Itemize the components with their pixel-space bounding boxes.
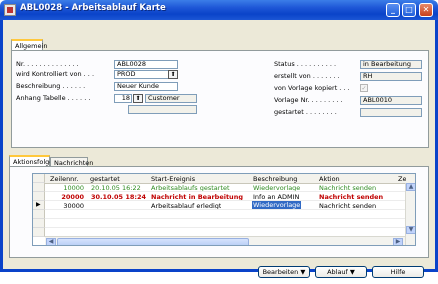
ablauf-label: Ablauf (327, 268, 348, 276)
chevron-down-icon: ▼ (300, 268, 306, 276)
kontrolliert-label: wird Kontrolliert von . . . (16, 70, 95, 78)
scroll-left-icon[interactable]: ◀ (46, 238, 56, 245)
vorlage-nr-label: Vorlage Nr. . . . . . . . . (274, 96, 343, 104)
beschreibung-label: Beschreibung . . . . . . (16, 82, 86, 90)
anhang-number-field[interactable]: 18 (114, 94, 132, 103)
status-label: Status . . . . . . . . . . (274, 60, 337, 68)
window-title: ABL0028 - Arbeitsablauf Karte (20, 3, 166, 13)
nr-field[interactable]: ABL0028 (114, 60, 178, 69)
header-zeilennr[interactable]: Zeilennr. (50, 175, 78, 183)
active-row-selector[interactable]: ▶ (33, 201, 45, 210)
vorlage-kopiert-label: von Vorlage kopiert . . . (274, 84, 350, 92)
erstellt-field: RH (360, 72, 422, 81)
scrollbar-thumb[interactable] (57, 238, 249, 245)
maximize-icon[interactable]: □ (402, 3, 416, 17)
vorlage-nr-field: ABL0010 (360, 96, 422, 105)
beschreibung-field[interactable]: Neuer Kunde (114, 82, 178, 91)
row-selector[interactable] (33, 192, 45, 201)
bearbeiten-label: Bearbeiten (262, 268, 299, 276)
anhang-extra-field (128, 105, 197, 114)
scroll-right-icon[interactable]: ▶ (393, 238, 403, 245)
status-field: in Bearbeitung (360, 60, 422, 69)
header-ze[interactable]: Ze (398, 175, 406, 183)
chevron-down-icon: ▼ (349, 268, 355, 276)
header-beschreibung[interactable]: Beschreibung (253, 175, 297, 183)
vorlage-kopiert-checkbox[interactable]: ✓ (360, 84, 368, 92)
bearbeiten-button[interactable]: Bearbeiten ▼ (258, 266, 310, 278)
vertical-scrollbar[interactable]: ▲ ▼ (405, 183, 415, 245)
gestartet-field (360, 108, 422, 117)
nr-label: Nr. . . . . . . . . . . . . . (16, 60, 79, 68)
row-divider (45, 200, 405, 201)
scroll-up-icon[interactable]: ▲ (406, 183, 415, 191)
row3-beschreibung-selected[interactable]: Wiedervorlage (252, 201, 302, 209)
minimize-icon[interactable]: _ (386, 3, 400, 17)
row-divider (45, 191, 405, 192)
app-icon (4, 4, 16, 16)
hilfe-button[interactable]: Hilfe (372, 266, 424, 278)
close-icon[interactable]: ✕ (419, 3, 433, 17)
header-gestartet[interactable]: gestartet (90, 175, 120, 183)
gestartet-label: gestartet . . . . . . . . (274, 108, 337, 116)
table-header: Zeilennr. gestartet Start-Ereignis Besch… (33, 174, 415, 184)
row-selector[interactable] (33, 219, 45, 228)
horizontal-scrollbar[interactable]: ◀ ▶ (45, 236, 405, 245)
row-divider (45, 209, 405, 210)
anhang-label: Anhang Tabelle . . . . . . (16, 94, 91, 102)
ablauf-button[interactable]: Ablauf ▼ (315, 266, 367, 278)
header-start-ereignis[interactable]: Start-Ereignis (151, 175, 195, 183)
anhang-name-field: Customer (145, 94, 197, 103)
general-panel: Nr. . . . . . . . . . . . . . ABL0028 wi… (11, 50, 429, 148)
row-divider (45, 218, 405, 219)
current-row-icon: ▶ (36, 201, 41, 208)
row-selector[interactable] (33, 183, 45, 192)
row-divider (45, 227, 405, 228)
workflow-card-window: ABL0028 - Arbeitsablauf Karte _ □ ✕ Allg… (0, 0, 438, 278)
header-aktion[interactable]: Aktion (319, 175, 340, 183)
anhang-lookup-icon[interactable]: ⬆ (133, 94, 143, 103)
row-selector[interactable] (33, 228, 45, 237)
actions-table[interactable]: Zeilennr. gestartet Start-Ereignis Besch… (32, 173, 416, 246)
erstellt-label: erstellt von . . . . . . . (274, 72, 340, 80)
kontrolliert-lookup-icon[interactable]: ⬆ (168, 70, 178, 79)
row-selector[interactable] (33, 210, 45, 219)
header-selector (33, 174, 45, 183)
title-bar[interactable]: ABL0028 - Arbeitsablauf Karte _ □ ✕ (0, 0, 438, 20)
scroll-down-icon[interactable]: ▼ (406, 226, 415, 234)
